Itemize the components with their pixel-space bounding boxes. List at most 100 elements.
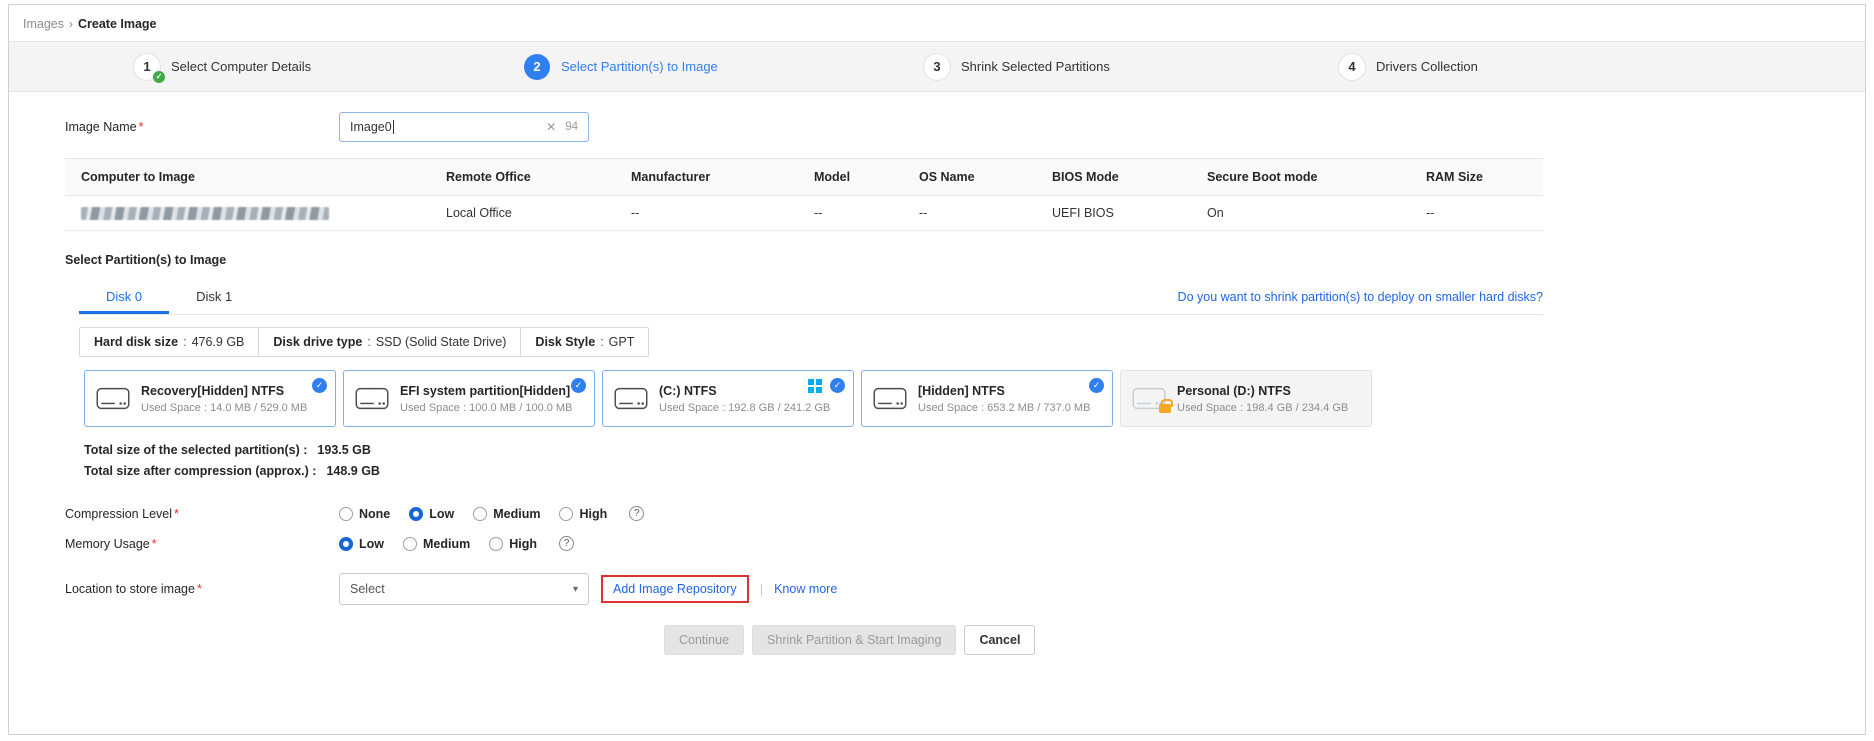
- link-divider: |: [760, 582, 763, 597]
- step-select-computer-details[interactable]: 1 ✓ Select Computer Details: [134, 54, 524, 80]
- required-asterisk: *: [197, 582, 202, 596]
- lock-icon: [1159, 404, 1171, 413]
- partition-card-recovery[interactable]: Recovery[Hidden] NTFS Used Space : 14.0 …: [84, 370, 336, 427]
- chevron-down-icon: ▾: [573, 584, 578, 595]
- memory-usage-row: Memory Usage* Low Medium High ?: [65, 536, 1865, 551]
- step-2-label: Select Partition(s) to Image: [561, 59, 718, 74]
- partition-card-efi[interactable]: EFI system partition[Hidden] Used Space …: [343, 370, 595, 427]
- breadcrumb-images-link[interactable]: Images: [23, 17, 64, 31]
- radio-compression-low[interactable]: Low: [409, 507, 454, 521]
- selected-check-icon[interactable]: ✓: [1089, 378, 1104, 393]
- disk-drive-locked-icon: [1131, 385, 1167, 412]
- total-compressed-size: Total size after compression (approx.) :…: [84, 464, 1865, 478]
- radio-icon[interactable]: [403, 537, 417, 551]
- radio-memory-low[interactable]: Low: [339, 537, 384, 551]
- continue-button[interactable]: Continue: [664, 625, 744, 655]
- col-computer-to-image: Computer to Image: [65, 159, 430, 196]
- required-asterisk: *: [174, 507, 179, 521]
- know-more-link[interactable]: Know more: [774, 582, 837, 596]
- cell-os-name: --: [903, 196, 1036, 231]
- image-name-value: Image0: [350, 120, 392, 134]
- memory-usage-label: Memory Usage*: [65, 537, 339, 551]
- compression-level-row: Compression Level* None Low Medium High …: [65, 506, 1865, 521]
- image-name-input[interactable]: Image0 ✕ 94: [339, 112, 589, 142]
- partition-title: Recovery[Hidden] NTFS: [141, 384, 307, 398]
- select-partitions-title: Select Partition(s) to Image: [65, 253, 1865, 267]
- tab-disk-1[interactable]: Disk 1: [169, 281, 259, 314]
- breadcrumb: Images › Create Image: [9, 5, 1865, 41]
- selected-check-icon[interactable]: ✓: [830, 378, 845, 393]
- required-asterisk: *: [139, 120, 144, 134]
- disk-info-box: Hard disk size : 476.9 GB Disk drive typ…: [79, 327, 649, 357]
- disk-drive-icon: [872, 385, 908, 412]
- radio-compression-none[interactable]: None: [339, 507, 390, 521]
- cancel-button[interactable]: Cancel: [964, 625, 1035, 655]
- partition-title: EFI system partition[Hidden]: [400, 384, 572, 398]
- radio-memory-medium[interactable]: Medium: [403, 537, 470, 551]
- selected-check-icon[interactable]: ✓: [571, 378, 586, 393]
- col-os-name: OS Name: [903, 159, 1036, 196]
- step-drivers-collection[interactable]: 4 Drivers Collection: [1339, 54, 1478, 80]
- total-selected-size: Total size of the selected partition(s) …: [84, 443, 1865, 457]
- radio-icon[interactable]: [339, 507, 353, 521]
- partition-title: Personal (D:) NTFS: [1177, 384, 1348, 398]
- step-2-number: 2: [524, 54, 550, 80]
- radio-selected-icon[interactable]: [409, 507, 423, 521]
- partition-used-space: Used Space : 192.8 GB / 241.2 GB: [659, 402, 830, 414]
- partition-card-hidden[interactable]: [Hidden] NTFS Used Space : 653.2 MB / 73…: [861, 370, 1113, 427]
- create-image-page: Images › Create Image 1 ✓ Select Compute…: [8, 4, 1866, 735]
- partition-used-space: Used Space : 198.4 GB / 234.4 GB: [1177, 402, 1348, 414]
- step-select-partitions[interactable]: 2 Select Partition(s) to Image: [524, 54, 924, 80]
- breadcrumb-separator-icon: ›: [69, 17, 73, 31]
- step-shrink-partitions[interactable]: 3 Shrink Selected Partitions: [924, 54, 1339, 80]
- step-complete-check-icon: ✓: [152, 70, 166, 84]
- shrink-partitions-link[interactable]: Do you want to shrink partition(s) to de…: [1178, 290, 1543, 314]
- tab-disk-0[interactable]: Disk 0: [79, 281, 169, 314]
- disk-drive-icon: [613, 385, 649, 412]
- char-counter: 94: [565, 121, 578, 133]
- disk-drive-icon: [95, 385, 131, 412]
- add-image-repository-link[interactable]: Add Image Repository: [601, 575, 749, 603]
- compression-help-icon[interactable]: ?: [629, 506, 644, 521]
- partition-used-space: Used Space : 100.0 MB / 100.0 MB: [400, 402, 572, 414]
- radio-icon[interactable]: [489, 537, 503, 551]
- disk-drive-icon: [354, 385, 390, 412]
- partition-used-space: Used Space : 653.2 MB / 737.0 MB: [918, 402, 1090, 414]
- computer-table: Computer to Image Remote Office Manufact…: [65, 158, 1543, 231]
- cell-model: --: [798, 196, 903, 231]
- partition-totals: Total size of the selected partition(s) …: [84, 443, 1865, 478]
- dropdown-selected-value: Select: [350, 582, 385, 596]
- radio-memory-high[interactable]: High: [489, 537, 537, 551]
- radio-compression-medium[interactable]: Medium: [473, 507, 540, 521]
- memory-help-icon[interactable]: ?: [559, 536, 574, 551]
- shrink-and-start-imaging-button[interactable]: Shrink Partition & Start Imaging: [752, 625, 956, 655]
- table-header-row: Computer to Image Remote Office Manufact…: [65, 159, 1543, 196]
- memory-radio-group: Low Medium High ?: [339, 536, 574, 551]
- clear-input-icon[interactable]: ✕: [546, 120, 556, 134]
- radio-compression-high[interactable]: High: [559, 507, 607, 521]
- col-ram-size: RAM Size: [1410, 159, 1543, 196]
- disk-info-style: Disk Style : GPT: [520, 328, 648, 356]
- step-4-label: Drivers Collection: [1376, 59, 1478, 74]
- selected-check-icon[interactable]: ✓: [312, 378, 327, 393]
- required-asterisk: *: [152, 537, 157, 551]
- radio-icon[interactable]: [473, 507, 487, 521]
- radio-icon[interactable]: [559, 507, 573, 521]
- cell-manufacturer: --: [615, 196, 798, 231]
- breadcrumb-current-page: Create Image: [78, 17, 157, 31]
- cell-ram-size: --: [1410, 196, 1543, 231]
- partition-used-space: Used Space : 14.0 MB / 529.0 MB: [141, 402, 307, 414]
- step-1-label: Select Computer Details: [171, 59, 311, 74]
- col-remote-office: Remote Office: [430, 159, 615, 196]
- disk-info-size: Hard disk size : 476.9 GB: [80, 328, 258, 356]
- partition-card-personal-d: Personal (D:) NTFS Used Space : 198.4 GB…: [1120, 370, 1372, 427]
- disk-tabs-row: Disk 0 Disk 1 Do you want to shrink part…: [79, 281, 1543, 315]
- col-bios-mode: BIOS Mode: [1036, 159, 1191, 196]
- location-select-dropdown[interactable]: Select ▾: [339, 573, 589, 605]
- partition-card-c-drive[interactable]: (C:) NTFS Used Space : 192.8 GB / 241.2 …: [602, 370, 854, 427]
- location-label: Location to store image*: [65, 582, 339, 596]
- step-3-label: Shrink Selected Partitions: [961, 59, 1110, 74]
- radio-selected-icon[interactable]: [339, 537, 353, 551]
- step-1-number: 1 ✓: [134, 54, 160, 80]
- image-name-row: Image Name* Image0 ✕ 94: [65, 112, 1865, 142]
